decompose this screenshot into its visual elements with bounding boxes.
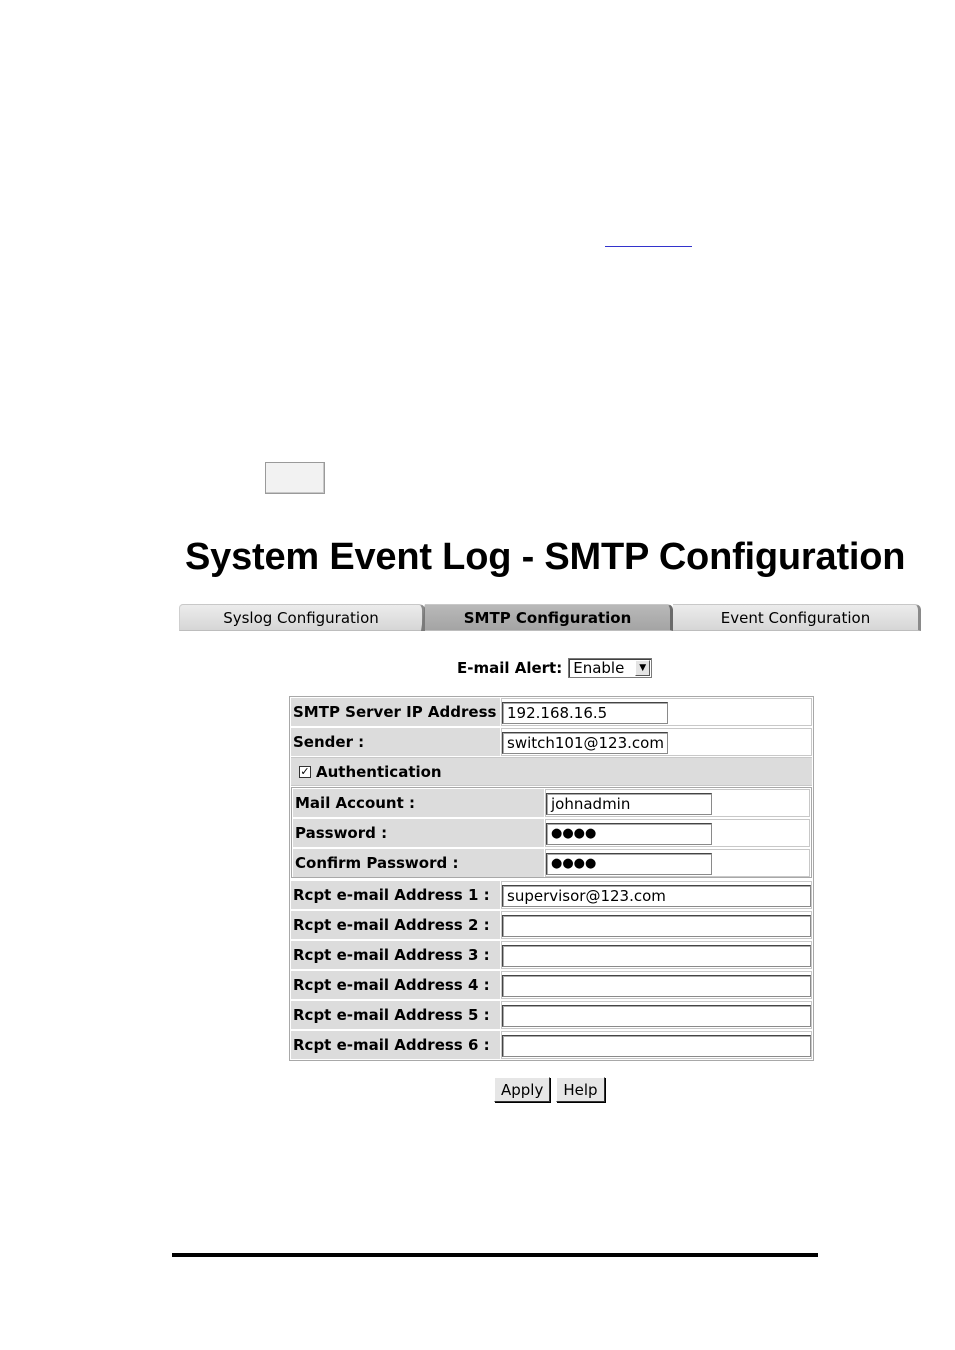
rcpt-address-input-4[interactable] <box>502 975 811 997</box>
confirm-password-row: Confirm Password : ●●●● <box>292 848 811 878</box>
mail-account-cell: johnadmin <box>545 789 810 817</box>
link-underline[interactable] <box>605 246 692 247</box>
rcpt-address-row: Rcpt e-mail Address 5 : <box>290 1000 813 1030</box>
rcpt-address-label: Rcpt e-mail Address 4 : <box>291 971 500 999</box>
password-label: Password : <box>293 819 544 847</box>
password-cell: ●●●● <box>545 819 810 847</box>
rcpt-address-input-1[interactable]: supervisor@123.com <box>502 885 811 907</box>
rcpt-address-cell <box>501 911 812 939</box>
rcpt-address-input-2[interactable] <box>502 915 811 937</box>
rcpt-address-cell <box>501 971 812 999</box>
rcpt-address-row: Rcpt e-mail Address 6 : <box>290 1030 813 1060</box>
mail-account-input[interactable]: johnadmin <box>546 793 712 815</box>
smtp-form-table: SMTP Server IP Address : 192.168.16.5 Se… <box>289 696 814 1061</box>
rcpt-address-label: Rcpt e-mail Address 5 : <box>291 1001 500 1029</box>
smtp-server-row: SMTP Server IP Address : 192.168.16.5 <box>290 697 813 727</box>
rcpt-address-row: Rcpt e-mail Address 1 : supervisor@123.c… <box>290 880 813 910</box>
rcpt-address-row: Rcpt e-mail Address 4 : <box>290 970 813 1000</box>
mail-account-row: Mail Account : johnadmin <box>292 788 811 818</box>
tab-event-configuration[interactable]: Event Configuration <box>673 604 921 631</box>
sender-input[interactable]: switch101@123.com <box>502 732 668 754</box>
email-alert-label: E-mail Alert: <box>457 659 563 677</box>
dropdown-arrow-icon[interactable]: ▼ <box>635 660 651 676</box>
apply-button[interactable]: Apply <box>494 1077 551 1102</box>
authentication-row: ✓ Authentication <box>291 757 812 786</box>
authentication-subtable: Mail Account : johnadmin Password : ●●●●… <box>291 787 812 878</box>
authentication-label: Authentication <box>316 762 442 781</box>
rcpt-address-cell <box>501 941 812 969</box>
smtp-server-input[interactable]: 192.168.16.5 <box>502 702 668 724</box>
blank-button[interactable] <box>265 462 325 494</box>
form-buttons: Apply Help <box>494 1077 605 1102</box>
confirm-password-label: Confirm Password : <box>293 849 544 877</box>
tab-smtp-configuration[interactable]: SMTP Configuration <box>425 604 673 631</box>
rcpt-address-input-3[interactable] <box>502 945 811 967</box>
tab-syslog-configuration[interactable]: Syslog Configuration <box>179 604 425 631</box>
page-title: System Event Log - SMTP Configuration <box>185 536 906 578</box>
rcpt-address-row: Rcpt e-mail Address 3 : <box>290 940 813 970</box>
rcpt-address-input-5[interactable] <box>502 1005 811 1027</box>
sender-row: Sender : switch101@123.com <box>290 727 813 757</box>
rcpt-address-cell: supervisor@123.com <box>501 881 812 909</box>
sender-cell: switch101@123.com <box>501 728 812 756</box>
sender-label: Sender : <box>291 728 500 756</box>
rcpt-address-label: Rcpt e-mail Address 2 : <box>291 911 500 939</box>
tab-bar: Syslog Configuration SMTP Configuration … <box>179 604 923 633</box>
password-input[interactable]: ●●●● <box>546 823 712 845</box>
rcpt-address-cell <box>501 1031 812 1059</box>
help-button[interactable]: Help <box>556 1077 605 1102</box>
rcpt-address-input-6[interactable] <box>502 1035 811 1057</box>
email-alert-value: Enable <box>573 659 625 677</box>
mail-account-label: Mail Account : <box>293 789 544 817</box>
authentication-checkbox[interactable]: ✓ <box>299 765 311 778</box>
footer-divider <box>172 1253 818 1257</box>
rcpt-address-label: Rcpt e-mail Address 3 : <box>291 941 500 969</box>
rcpt-address-cell <box>501 1001 812 1029</box>
password-row: Password : ●●●● <box>292 818 811 848</box>
smtp-server-label: SMTP Server IP Address : <box>291 698 508 726</box>
rcpt-address-label: Rcpt e-mail Address 6 : <box>291 1031 500 1059</box>
smtp-server-cell: 192.168.16.5 <box>501 698 812 726</box>
email-alert-row: E-mail Alert: Enable ▼ <box>457 657 653 679</box>
confirm-password-input[interactable]: ●●●● <box>546 853 712 875</box>
email-alert-select[interactable]: Enable ▼ <box>568 658 653 678</box>
rcpt-address-label: Rcpt e-mail Address 1 : <box>291 881 500 909</box>
rcpt-address-row: Rcpt e-mail Address 2 : <box>290 910 813 940</box>
confirm-password-cell: ●●●● <box>545 849 810 877</box>
